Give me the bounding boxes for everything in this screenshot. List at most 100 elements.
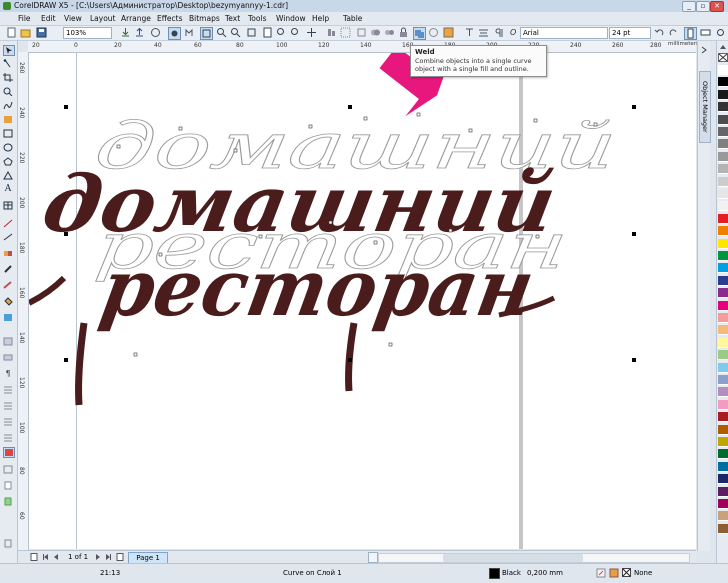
- horizontal-scrollbar[interactable]: [378, 553, 690, 563]
- dynamic-guides-icon[interactable]: [200, 27, 213, 40]
- object-manager-tab[interactable]: Object Manager: [699, 71, 711, 143]
- color-swatch[interactable]: [718, 350, 728, 361]
- color-swatch[interactable]: [718, 275, 728, 286]
- snap-icon[interactable]: [184, 27, 195, 38]
- import-icon[interactable]: [120, 27, 131, 38]
- table-tool-icon[interactable]: [3, 201, 13, 210]
- blend-tool-icon[interactable]: [3, 249, 13, 258]
- color-swatch[interactable]: [718, 189, 728, 199]
- color-swatch[interactable]: [718, 375, 728, 385]
- color-swatch[interactable]: [718, 176, 728, 187]
- color-swatch[interactable]: [718, 486, 728, 497]
- color-swatch[interactable]: [718, 89, 728, 100]
- menu-file[interactable]: File: [18, 14, 31, 23]
- artwork-layer[interactable]: домашний ресторан домашний ресторан: [29, 53, 696, 549]
- color-swatch[interactable]: [718, 362, 728, 373]
- trim-icon[interactable]: [428, 27, 439, 38]
- pick-tool-icon[interactable]: [3, 45, 15, 56]
- color-swatch[interactable]: [718, 499, 728, 509]
- list-tool-icon-3[interactable]: [3, 417, 13, 426]
- no-color-swatch-icon[interactable]: [718, 53, 728, 62]
- color-swatch[interactable]: [718, 151, 728, 162]
- basic-shapes-tool-icon[interactable]: [3, 171, 13, 180]
- zoom-out-icon[interactable]: [230, 27, 241, 38]
- color-swatch[interactable]: [718, 213, 728, 224]
- color-swatch[interactable]: [718, 412, 728, 423]
- color-swatch[interactable]: [718, 387, 728, 398]
- color-swatch[interactable]: [718, 102, 728, 113]
- last-page-icon[interactable]: [104, 553, 112, 561]
- zoom-page-icon[interactable]: [262, 27, 273, 38]
- zoom-one-shot-icon[interactable]: [246, 27, 257, 38]
- zoom-tool-icon[interactable]: [3, 87, 13, 96]
- font-size-field[interactable]: 24 pt: [609, 27, 651, 39]
- polygon-tool-icon[interactable]: [3, 157, 13, 166]
- color-swatch[interactable]: [718, 114, 728, 125]
- view-toggle-icon[interactable]: [3, 337, 13, 346]
- eyedropper-tool-icon[interactable]: [3, 265, 13, 274]
- connector-tool-icon[interactable]: [3, 233, 13, 242]
- color-swatch[interactable]: [718, 325, 728, 336]
- list-tool-icon-4[interactable]: [3, 433, 13, 442]
- color-swatch[interactable]: [718, 399, 728, 410]
- color-swatch[interactable]: [718, 77, 728, 88]
- zoom-level-field[interactable]: 103%: [63, 27, 112, 39]
- color-swatch[interactable]: [718, 164, 728, 175]
- enhanced-view-icon[interactable]: [168, 27, 181, 40]
- fill-tool-icon[interactable]: [3, 297, 13, 306]
- menu-tools[interactable]: Tools: [248, 14, 266, 23]
- grid-tool-icon[interactable]: [3, 465, 13, 474]
- color-swatch[interactable]: [718, 288, 728, 299]
- scroll-icon[interactable]: [3, 539, 13, 548]
- outline-tool-icon[interactable]: [3, 281, 13, 290]
- fill-edit-icon[interactable]: [609, 568, 619, 578]
- smart-fill-tool-icon[interactable]: [3, 115, 13, 124]
- filled-copy[interactable]: домашний ресторан: [36, 158, 562, 334]
- zoom-all-icon[interactable]: [290, 27, 301, 38]
- minimize-button[interactable]: _: [682, 1, 696, 12]
- menu-view[interactable]: View: [64, 14, 82, 23]
- color-swatch[interactable]: [718, 424, 728, 435]
- vertical-ruler[interactable]: 260 240 220 200 180 160 140 120 100 80 6…: [18, 52, 29, 550]
- ungroup-icon[interactable]: [356, 27, 367, 38]
- intersect-icon[interactable]: [443, 27, 454, 38]
- no-fill-icon[interactable]: [622, 568, 631, 577]
- zoom-selected-icon[interactable]: [276, 27, 287, 38]
- menu-layout[interactable]: Layout: [90, 14, 116, 23]
- redo-icon[interactable]: [668, 27, 679, 38]
- color-swatch[interactable]: [718, 127, 728, 137]
- add-page-tool-icon[interactable]: [3, 497, 13, 506]
- save-icon[interactable]: [36, 27, 47, 38]
- menu-effects[interactable]: Effects: [157, 14, 183, 23]
- menu-edit[interactable]: Edit: [41, 14, 56, 23]
- text-tool-option-icon[interactable]: [464, 27, 475, 38]
- crop-tool-icon[interactable]: [3, 73, 13, 82]
- color-swatch[interactable]: [718, 313, 728, 323]
- outline-color-swatch[interactable]: [489, 568, 500, 579]
- palette-scroll-up-icon[interactable]: [718, 43, 728, 51]
- next-page-icon[interactable]: [94, 553, 102, 561]
- color-proof-icon[interactable]: [3, 447, 15, 458]
- color-swatch[interactable]: [718, 139, 728, 150]
- rectangle-tool-icon[interactable]: [3, 129, 13, 138]
- page-tool-icon[interactable]: [3, 481, 13, 490]
- menu-help[interactable]: Help: [312, 14, 329, 23]
- dimension-tool-icon[interactable]: [3, 219, 13, 228]
- open-icon[interactable]: [20, 27, 31, 38]
- break-apart-icon[interactable]: [384, 27, 395, 38]
- docker-arrow-icon[interactable]: [699, 45, 709, 55]
- text-align-icon[interactable]: [478, 27, 489, 38]
- color-swatch[interactable]: [718, 201, 728, 212]
- pan-icon[interactable]: [306, 27, 317, 38]
- export-icon[interactable]: [134, 27, 145, 38]
- color-swatch[interactable]: [718, 474, 728, 485]
- lock-icon[interactable]: [398, 27, 409, 38]
- new-document-icon[interactable]: [6, 27, 17, 38]
- menu-window[interactable]: Window: [276, 14, 306, 23]
- zoom-in-icon[interactable]: [216, 27, 227, 38]
- align-icon[interactable]: [326, 27, 337, 38]
- first-page-icon[interactable]: [42, 553, 50, 561]
- menu-text[interactable]: Text: [225, 14, 240, 23]
- menu-bitmaps[interactable]: Bitmaps: [189, 14, 220, 23]
- add-page-icon[interactable]: [30, 553, 38, 561]
